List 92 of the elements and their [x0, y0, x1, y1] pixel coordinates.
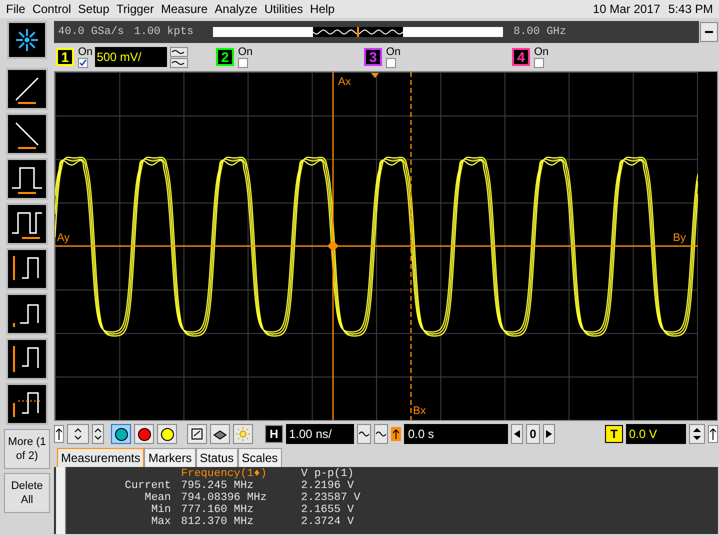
- menu-item[interactable]: Utilities: [264, 0, 304, 18]
- panel-tab[interactable]: Status: [196, 448, 238, 467]
- trigger-position-icon: [391, 427, 401, 441]
- up-down-arrows-icon: [94, 427, 102, 441]
- measurement-value: 777.160 MHz: [181, 504, 255, 516]
- period-icon[interactable]: [6, 203, 48, 245]
- scroll-right-button[interactable]: [543, 424, 555, 444]
- menu-item[interactable]: Setup: [78, 0, 110, 18]
- menu-item[interactable]: Control: [32, 0, 72, 18]
- color-button[interactable]: [111, 424, 131, 444]
- date-text: 10 Mar 2017: [592, 1, 660, 18]
- time-scale-field[interactable]: 1.00 ns/: [286, 424, 354, 444]
- spin-button[interactable]: [92, 424, 104, 444]
- marker-label: By: [673, 231, 686, 246]
- channel-checkbox[interactable]: [386, 58, 396, 68]
- fall-time-icon[interactable]: [6, 113, 48, 155]
- spin-button[interactable]: [689, 424, 705, 444]
- coupling-button[interactable]: [170, 46, 188, 56]
- wave-mode-button[interactable]: [357, 424, 371, 444]
- channel-on-label: On: [386, 46, 401, 58]
- spin-button[interactable]: [67, 424, 89, 444]
- trigger-marker-icon: [371, 73, 379, 78]
- up-down-triangles-icon: [692, 427, 702, 441]
- peak-to-peak-icon[interactable]: [6, 338, 48, 380]
- delete-all-button[interactable]: Delete All: [4, 473, 50, 513]
- marker-label: Ay: [57, 231, 70, 246]
- arrow-up-icon[interactable]: [54, 425, 64, 443]
- measurement-value: 795.245 MHz: [181, 480, 255, 492]
- pulse-width-icon[interactable]: [6, 158, 48, 200]
- scroll-left-button[interactable]: [511, 424, 523, 444]
- wave-icon: [170, 60, 185, 66]
- measurement-value: 812.370 MHz: [181, 516, 255, 528]
- channel-number[interactable]: 1: [56, 48, 74, 66]
- scrollbar[interactable]: [56, 467, 66, 534]
- right-triangle-icon: [546, 430, 552, 438]
- wave-mode-button[interactable]: [374, 424, 388, 444]
- channel-scale-field[interactable]: 500 mV/: [94, 47, 167, 67]
- logo-icon: [7, 21, 47, 59]
- wave-icon: [170, 48, 185, 54]
- time-position-field[interactable]: 0.0 s: [404, 424, 508, 444]
- menu-item[interactable]: Trigger: [116, 0, 154, 18]
- panel-tab[interactable]: Measurements: [57, 448, 144, 467]
- channel-checkbox[interactable]: [238, 58, 248, 68]
- menu-item[interactable]: File: [6, 0, 26, 18]
- average-icon[interactable]: [6, 383, 48, 425]
- color-button[interactable]: [157, 424, 177, 444]
- up-down-arrows-icon: [73, 427, 83, 441]
- cursor-point-icon: [327, 240, 339, 252]
- panel-tab[interactable]: Markers: [144, 448, 196, 467]
- menu-item[interactable]: Measure: [160, 0, 208, 18]
- measurement-value: 2.3724 V: [301, 516, 354, 528]
- channel-checkbox[interactable]: [78, 58, 88, 68]
- base-level-icon[interactable]: [6, 293, 48, 335]
- bandwidth-text: 8.00 GHz: [513, 24, 566, 40]
- measurement-label: Current: [124, 480, 171, 492]
- color-button[interactable]: [134, 424, 154, 444]
- arrow-up-icon[interactable]: [708, 425, 718, 443]
- trigger-badge: T: [605, 425, 623, 443]
- menu-item[interactable]: Analyze: [214, 0, 258, 18]
- coupling-button[interactable]: [170, 58, 188, 68]
- channel-on-label: On: [78, 46, 93, 58]
- trigger-level-field[interactable]: 0.0 V: [626, 424, 686, 444]
- channel-on-label: On: [238, 46, 253, 58]
- zoom-value[interactable]: 0: [526, 424, 540, 444]
- marker-label: Ax: [338, 75, 351, 90]
- measurement-label: Mean: [144, 492, 171, 504]
- rise-time-icon[interactable]: [6, 68, 48, 110]
- sample-rate-text: 40.0 GSa/s: [58, 24, 124, 40]
- measurement-value: 794.08396 MHz: [181, 492, 268, 504]
- memory-depth-text: 1.00 kpts: [134, 24, 194, 40]
- minus-icon: [705, 31, 713, 33]
- marker-label: Bx: [413, 404, 426, 418]
- measurement-value: 2.23587 V: [301, 492, 360, 504]
- channel-number[interactable]: 4: [512, 48, 530, 66]
- channel-checkbox[interactable]: [534, 58, 544, 68]
- more-button[interactable]: More (1 of 2): [4, 429, 50, 469]
- measurement-label: Min: [150, 504, 171, 516]
- measurement-header: Frequency(1♦): [181, 468, 268, 480]
- measurement-value: 2.2196 V: [301, 480, 354, 492]
- time-text: 5:43 PM: [668, 1, 713, 18]
- left-triangle-icon: [514, 430, 520, 438]
- measurement-value: 2.1655 V: [301, 504, 354, 516]
- measurement-label: Max: [150, 516, 171, 528]
- minimize-button[interactable]: [700, 22, 718, 42]
- channel-number[interactable]: 2: [216, 48, 234, 66]
- measurement-header: V p-p(1): [301, 468, 354, 480]
- horizontal-badge: H: [265, 425, 283, 443]
- menu-item[interactable]: Help: [310, 0, 335, 18]
- channel-on-label: On: [534, 46, 549, 58]
- panel-tab[interactable]: Scales: [238, 448, 282, 467]
- channel-number[interactable]: 3: [364, 48, 382, 66]
- amplitude-icon[interactable]: [6, 248, 48, 290]
